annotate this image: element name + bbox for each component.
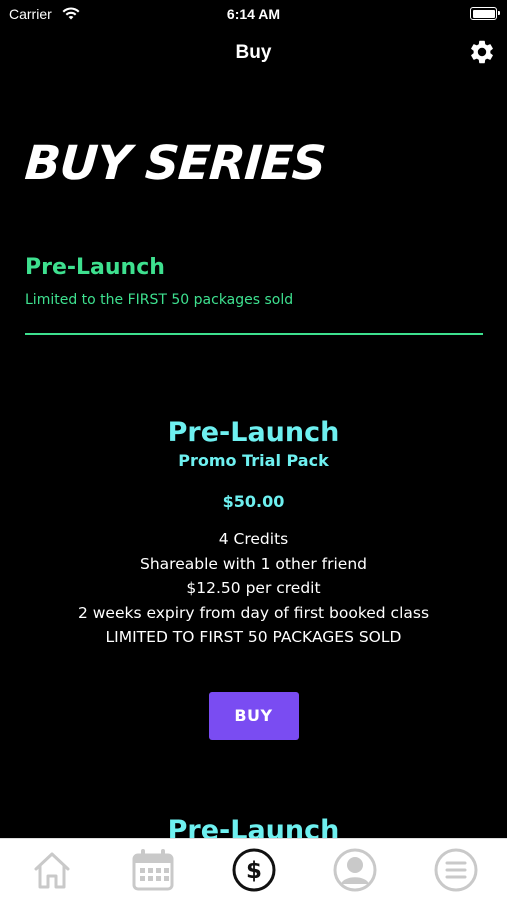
package-features: 4 Credits Shareable with 1 other friend … — [0, 527, 507, 650]
menu-icon[interactable] — [431, 845, 481, 895]
battery-icon — [470, 7, 500, 20]
status-bar: Carrier 6:14 AM — [0, 0, 507, 30]
package-title: Pre-Launch — [167, 417, 340, 448]
tab-bar: $ — [0, 838, 507, 900]
home-icon[interactable] — [27, 845, 77, 895]
buy-button[interactable]: BUY — [208, 691, 299, 740]
package-card: Pre-Launch Promo Trial Pack $50.00 4 Cre… — [0, 416, 507, 740]
feature-line: 4 Credits — [218, 530, 289, 548]
section-subtitle: Limited to the FIRST 50 packages sold — [25, 292, 294, 308]
gear-icon[interactable] — [468, 38, 496, 66]
feature-line: 2 weeks expiry from day of first booked … — [77, 603, 430, 622]
package-subtitle: Promo Trial Pack — [178, 451, 329, 470]
package-price: $50.00 — [222, 492, 285, 511]
dollar-icon[interactable]: $ — [229, 845, 279, 895]
section-title: Pre-Launch — [25, 255, 165, 280]
svg-text:$: $ — [246, 858, 262, 884]
page-heading: BUY SERIES — [23, 136, 327, 191]
section-divider — [25, 333, 483, 335]
calendar-icon[interactable] — [128, 845, 178, 895]
profile-icon[interactable] — [330, 845, 380, 895]
status-time: 6:14 AM — [226, 6, 281, 22]
feature-line: $12.50 per credit — [186, 579, 321, 597]
nav-title: Buy — [235, 42, 272, 63]
feature-line: LIMITED TO FIRST 50 PACKAGES SOLD — [105, 628, 402, 646]
feature-line: Shareable with 1 other friend — [140, 554, 367, 573]
